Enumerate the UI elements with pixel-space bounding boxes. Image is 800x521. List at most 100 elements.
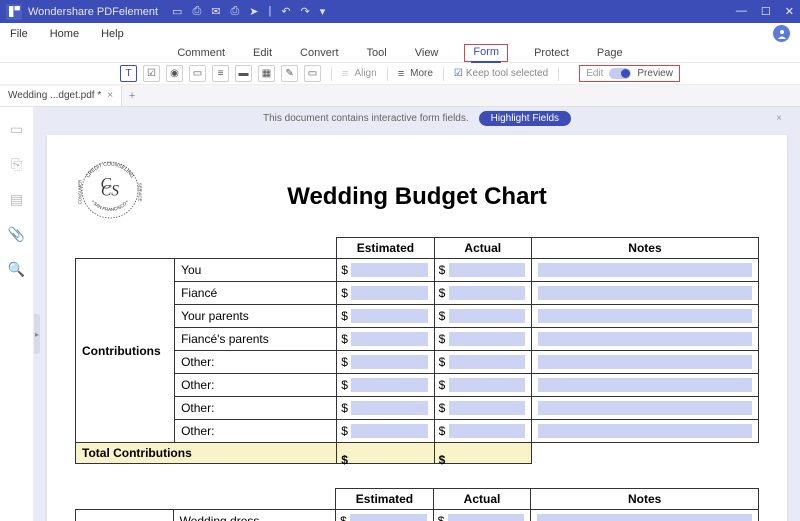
tab-convert[interactable]: Convert [298,44,341,62]
checkbox-field-icon[interactable]: ☑ [143,65,160,82]
act-field[interactable] [434,259,531,282]
print-icon[interactable]: ⎙ [230,5,239,18]
form-info-bar: This document contains interactive form … [42,107,792,129]
close-icon[interactable]: ✕ [785,5,794,18]
act-field[interactable] [434,282,531,305]
share-icon[interactable]: ➤ [249,5,258,18]
col-notes: Notes [531,489,759,510]
edit-preview-toggle[interactable] [609,68,631,79]
document-tabs: Wedding ...dget.pdf * × + [0,85,800,107]
bookmark-icon[interactable]: ⎘ [11,156,22,173]
comment-panel-icon[interactable]: ▤ [10,191,23,208]
quick-access-toolbar: ▭ ⎙ ✉ ⎙ ➤ | ↶ ↷ ▾ [172,5,325,18]
est-field[interactable] [337,259,434,282]
tab-page[interactable]: Page [595,44,625,62]
document-tab-label: Wedding ...dget.pdf * [8,90,101,101]
left-sidebar: ▭ ⎘ ▤ 📎 🔍 [0,107,34,521]
tab-comment[interactable]: Comment [175,44,227,62]
est-field[interactable] [337,351,434,374]
undo-icon[interactable]: ↶ [281,5,290,18]
row-label: Your parents [175,305,337,328]
thumbnail-icon[interactable]: ▭ [10,121,23,138]
svg-text:CONSUMER: CONSUMER [77,180,82,204]
menu-home[interactable]: Home [50,28,79,40]
document-tab[interactable]: Wedding ...dget.pdf * × [0,86,122,106]
notes-field[interactable] [531,305,758,328]
act-field[interactable] [434,420,531,443]
align-icon[interactable]: ≡ [342,68,348,80]
tab-protect[interactable]: Protect [532,44,571,62]
row-label: Fiancé [175,282,337,305]
notes-field[interactable] [531,328,758,351]
row-label: You [175,259,337,282]
redo-icon[interactable]: ↷ [301,5,310,18]
add-tab-button[interactable]: + [122,90,142,102]
more-label[interactable]: More [410,68,433,79]
ribbon-tabs: Comment Edit Convert Tool View Form Prot… [0,44,800,63]
est-field[interactable] [337,305,434,328]
align-label: Align [354,68,376,79]
image-field-icon[interactable]: ▦ [258,65,275,82]
close-tab-icon[interactable]: × [107,90,113,101]
tab-form[interactable]: Form [471,43,501,63]
notes-field[interactable] [531,510,759,521]
est-field[interactable] [337,397,434,420]
act-field[interactable] [433,510,531,521]
radio-field-icon[interactable]: ◉ [166,65,183,82]
col-notes: Notes [531,238,758,259]
notes-field[interactable] [531,397,758,420]
act-field[interactable] [434,351,531,374]
user-avatar-icon[interactable] [773,25,790,42]
combo-field-icon[interactable]: ▭ [189,65,206,82]
notes-field[interactable] [531,351,758,374]
est-field[interactable] [336,510,434,521]
notes-field[interactable] [531,259,758,282]
est-field[interactable] [337,282,434,305]
notes-field[interactable] [531,282,758,305]
mail-icon[interactable]: ✉ [211,5,220,18]
attachment-icon[interactable]: 📎 [8,226,25,243]
infobar-close-icon[interactable]: × [776,113,782,124]
open-icon[interactable]: ▭ [172,5,182,18]
search-icon[interactable]: 🔍 [8,261,25,278]
total-act [434,443,531,464]
more-icon[interactable]: ≡ [398,68,404,80]
row-label: Other: [175,374,337,397]
text-field-icon[interactable]: T [120,65,137,82]
est-field[interactable] [337,328,434,351]
maximize-icon[interactable]: ☐ [761,5,771,18]
minimize-icon[interactable]: — [736,5,747,18]
act-field[interactable] [434,397,531,420]
pdf-page: CREDIT COUNSELING • SAN FRANCISCO • CONS… [47,135,787,521]
date-field-icon[interactable]: ▭ [304,65,321,82]
total-est [337,443,434,464]
act-field[interactable] [434,305,531,328]
tab-view[interactable]: View [413,44,441,62]
act-field[interactable] [434,328,531,351]
notes-field[interactable] [531,374,758,397]
document-area: ▸ This document contains interactive for… [34,107,800,521]
tab-tool[interactable]: Tool [365,44,389,62]
tab-edit[interactable]: Edit [251,44,274,62]
qat-dropdown-icon[interactable]: ▾ [320,5,326,18]
app-title: Wondershare PDFelement [28,6,158,18]
menu-help[interactable]: Help [101,28,124,40]
info-message: This document contains interactive form … [263,113,469,124]
row-label: Fiancé's parents [175,328,337,351]
signature-field-icon[interactable]: ✎ [281,65,298,82]
menu-file[interactable]: File [10,28,28,40]
col-estimated: Estimated [336,489,434,510]
svg-text:• SAN FRANCISCO •: • SAN FRANCISCO • [91,199,130,212]
sidebar-expand-handle[interactable]: ▸ [34,314,40,354]
app-logo-icon [6,4,22,20]
notes-field[interactable] [531,420,758,443]
act-field[interactable] [434,374,531,397]
col-actual: Actual [433,489,531,510]
button-field-icon[interactable]: ▬ [235,65,252,82]
list-field-icon[interactable]: ≡ [212,65,229,82]
keep-tool-checkbox[interactable]: ☑Keep tool selected [454,68,548,79]
est-field[interactable] [337,420,434,443]
save-icon[interactable]: ⎙ [192,5,201,18]
highlight-fields-button[interactable]: Highlight Fields [479,111,571,126]
est-field[interactable] [337,374,434,397]
